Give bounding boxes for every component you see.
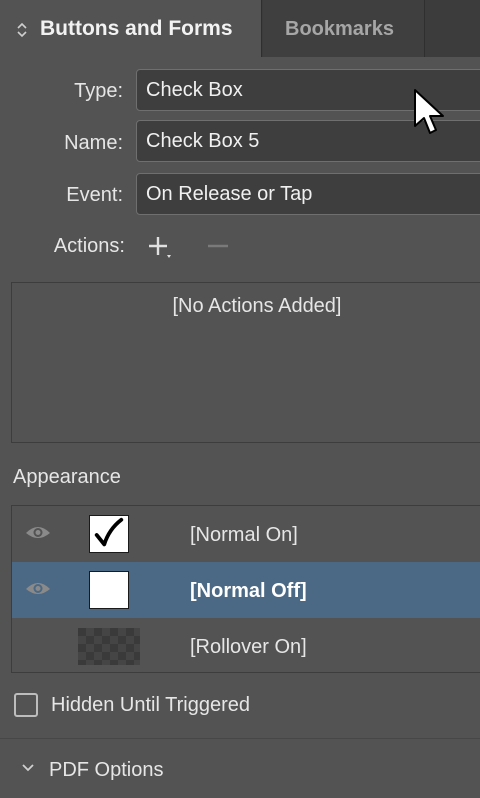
tab-label: Bookmarks <box>285 18 394 40</box>
tab-bookmarks[interactable]: Bookmarks <box>263 0 425 57</box>
eye-icon[interactable] <box>24 523 52 543</box>
appearance-row-label: [Rollover On] <box>190 636 307 658</box>
plus-icon[interactable] <box>146 233 176 261</box>
transparent-thumbnail <box>78 628 140 665</box>
minus-icon[interactable] <box>204 233 234 261</box>
tab-buttons-and-forms[interactable]: Buttons and Forms <box>0 0 262 57</box>
hidden-until-triggered-label[interactable]: Hidden Until Triggered <box>51 694 250 717</box>
actions-label: Actions: <box>53 235 125 257</box>
event-label: Event: <box>66 184 123 206</box>
mouse-cursor-icon <box>414 89 444 134</box>
type-label: Type: <box>74 80 123 102</box>
tab-label: Buttons and Forms <box>40 17 233 40</box>
panel-tab-bar: Buttons and Forms Bookmarks <box>0 0 480 57</box>
appearance-list: [Normal On] [Normal Off] [Rollover On] <box>11 505 480 673</box>
event-dropdown[interactable]: On Release or Tap <box>136 173 480 215</box>
sort-updown-icon <box>17 22 27 38</box>
actions-list: [No Actions Added] <box>11 282 480 443</box>
name-value: Check Box 5 <box>146 130 260 152</box>
pdf-options-toggle[interactable]: PDF Options <box>49 759 163 782</box>
name-label: Name: <box>64 132 123 154</box>
appearance-row-normal-on[interactable]: [Normal On] <box>12 506 480 562</box>
appearance-row-normal-off[interactable]: [Normal Off] <box>12 562 480 618</box>
no-actions-text: [No Actions Added] <box>172 295 342 317</box>
checkmark-thumbnail <box>89 515 129 553</box>
appearance-row-label: [Normal Off] <box>190 580 307 602</box>
hidden-until-triggered-checkbox[interactable] <box>14 693 38 717</box>
checkmark-icon <box>94 517 124 547</box>
appearance-heading: Appearance <box>13 466 121 488</box>
eye-icon[interactable] <box>24 579 52 599</box>
event-value: On Release or Tap <box>146 183 313 205</box>
appearance-row-rollover-on[interactable]: [Rollover On] <box>12 618 480 674</box>
section-divider <box>0 738 480 739</box>
chevron-down-icon[interactable] <box>20 762 36 774</box>
blank-thumbnail <box>89 571 129 609</box>
appearance-row-label: [Normal On] <box>190 524 298 546</box>
type-value: Check Box <box>146 79 243 101</box>
